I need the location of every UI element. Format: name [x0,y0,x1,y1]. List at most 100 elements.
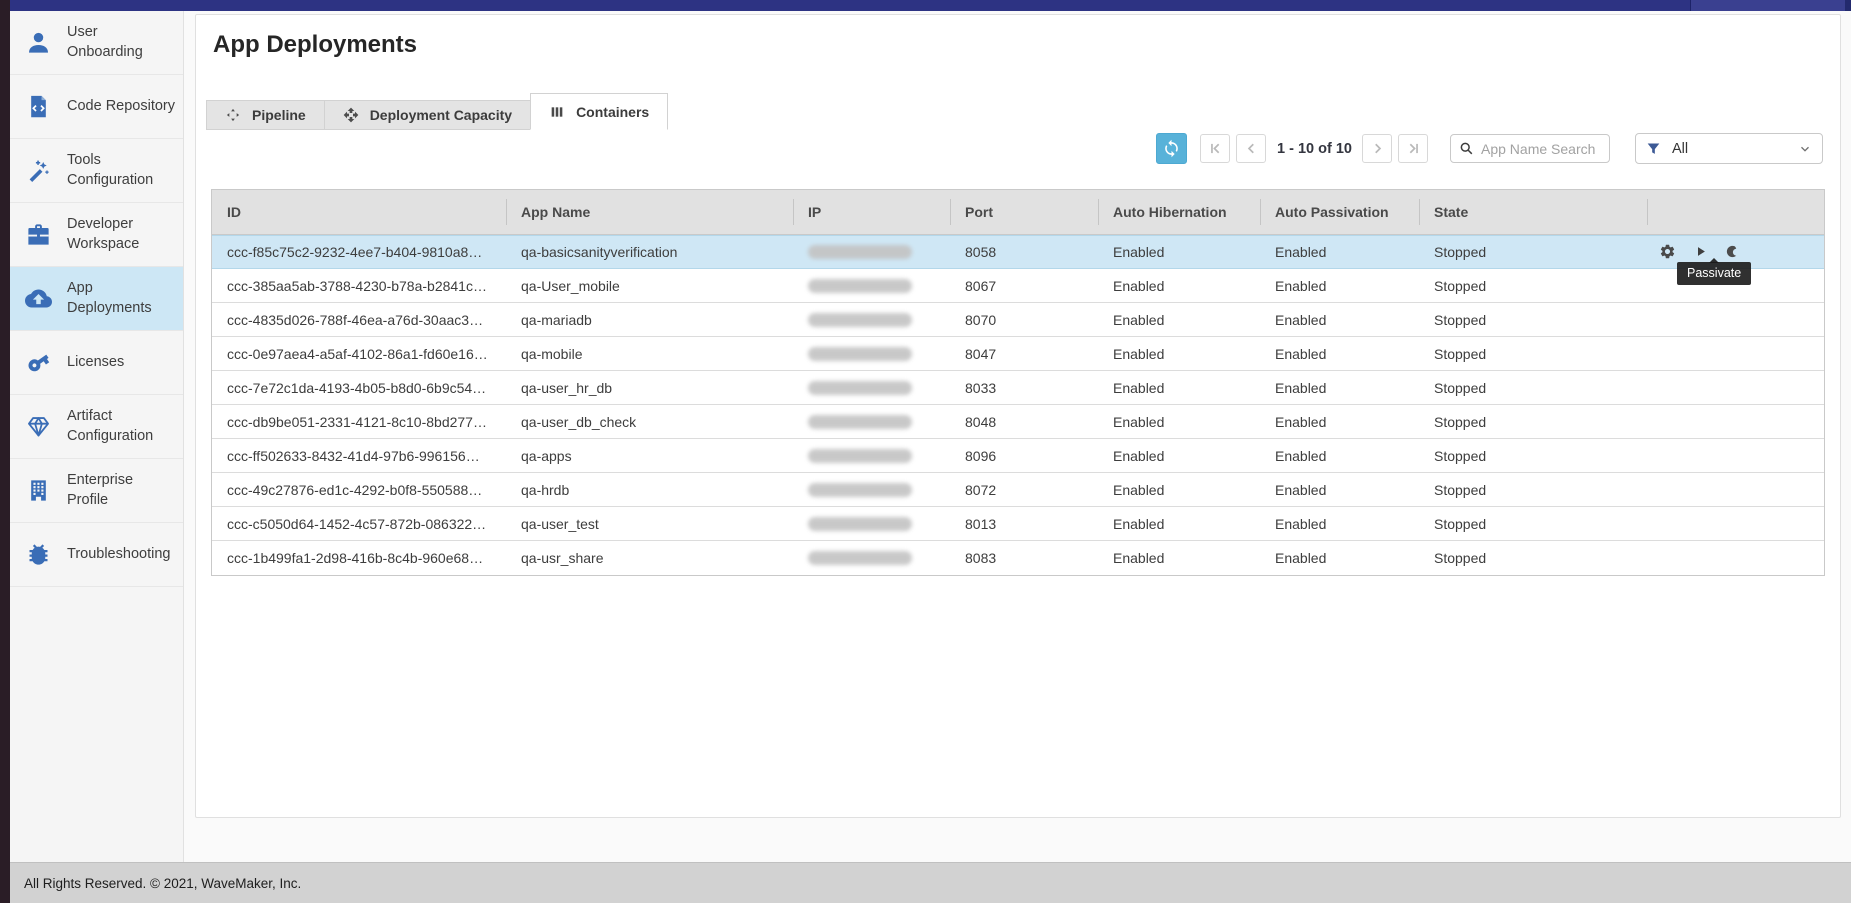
sidebar-item-developer-workspace[interactable]: Developer Workspace [10,203,183,267]
row-auto-passivation: Enabled [1260,439,1419,472]
code-icon [25,93,52,120]
row-id: ccc-1b499fa1-2d98-416b-8c4b-960e68… [212,541,506,575]
funnel-icon [1646,141,1661,156]
table-row[interactable]: ccc-4835d026-788f-46ea-a76d-30aac3…qa-ma… [212,303,1824,337]
sidebar-item-licenses[interactable]: Licenses [10,331,183,395]
refresh-button[interactable] [1156,133,1187,164]
row-state: Stopped [1419,405,1647,438]
ip-redacted-value [808,313,912,327]
row-auto-hibernation: Enabled [1098,541,1260,575]
sidebar-item-label: Enterprise Profile [67,471,183,509]
table-row[interactable]: ccc-49c27876-ed1c-4292-b0f8-550588…qa-hr… [212,473,1824,507]
row-state: Stopped [1419,371,1647,404]
sidebar-item-label: Code Repository [67,97,181,116]
row-auto-passivation: Enabled [1260,269,1419,302]
passivate-tooltip: Passivate [1677,262,1751,285]
sidebar-item-label: Developer Workspace [67,215,183,253]
gear-icon[interactable] [1659,243,1676,260]
row-actions [1647,473,1824,506]
row-state: Stopped [1419,439,1647,472]
tab-deployment-capacity[interactable]: Deployment Capacity [324,100,531,130]
row-actions [1647,541,1824,575]
row-ip [793,371,950,404]
row-auto-hibernation: Enabled [1098,371,1260,404]
row-actions [1647,507,1824,540]
copyright-text: All Rights Reserved. © 2021, WaveMaker, … [24,876,301,891]
chevron-left-icon [1243,140,1260,157]
row-ip [793,337,950,370]
table-row[interactable]: ccc-385aa5ab-3788-4230-b78a-b2841c…qa-Us… [212,269,1824,303]
row-auto-passivation: Enabled [1260,541,1419,575]
next-page-button[interactable] [1362,134,1392,163]
column-header-app-name: App Name [506,190,793,234]
row-ip [793,235,950,268]
filter-value: All [1672,141,1688,157]
ip-redacted-value [808,381,912,395]
row-auto-passivation: Enabled [1260,303,1419,336]
first-page-button[interactable] [1200,134,1230,163]
tab-bar: PipelineDeployment CapacityContainers [206,93,667,130]
last-page-button[interactable] [1398,134,1428,163]
briefcase-icon [25,221,52,248]
chevron-right-icon [1369,140,1386,157]
ip-redacted-value [808,551,912,565]
row-state: Stopped [1419,303,1647,336]
row-app-name: qa-User_mobile [506,269,793,302]
row-actions [1647,405,1824,438]
sidebar-item-enterprise-profile[interactable]: Enterprise Profile [10,459,183,523]
row-ip [793,405,950,438]
sidebar-item-app-deployments[interactable]: App Deployments [10,267,183,331]
ip-redacted-value [808,415,912,429]
table-row[interactable]: ccc-c5050d64-1452-4c57-872b-086322…qa-us… [212,507,1824,541]
column-header-ip: IP [793,190,950,234]
column-header-auto-hibernation: Auto Hibernation [1098,190,1260,234]
row-actions [1647,337,1824,370]
page-title: App Deployments [213,31,417,59]
app-name-search-box[interactable] [1450,134,1610,163]
table-row[interactable]: ccc-7e72c1da-4193-4b05-b8d0-6b9c54…qa-us… [212,371,1824,405]
table-row[interactable]: ccc-1b499fa1-2d98-416b-8c4b-960e68…qa-us… [212,541,1824,575]
top-navigation-bar [0,0,1851,11]
search-input[interactable] [1481,141,1601,157]
pagination-range: 1 - 10 of 10 [1277,141,1352,157]
sidebar-item-tools-configuration[interactable]: Tools Configuration [10,139,183,203]
sidebar-item-artifact-configuration[interactable]: Artifact Configuration [10,395,183,459]
sidebar-item-user-onboarding[interactable]: User Onboarding [10,11,183,75]
ip-redacted-value [808,279,912,293]
row-actions [1647,371,1824,404]
row-actions: Passivate [1647,235,1824,268]
tab-containers[interactable]: Containers [530,93,668,130]
moon-icon[interactable] [1725,244,1740,259]
row-ip [793,269,950,302]
table-row[interactable]: ccc-f85c75c2-9232-4ee7-b404-9810a8…qa-ba… [212,235,1824,269]
column-header-state: State [1419,190,1647,234]
sidebar-item-code-repository[interactable]: Code Repository [10,75,183,139]
sidebar-item-troubleshooting[interactable]: Troubleshooting [10,523,183,587]
filter-dropdown[interactable]: All [1635,133,1823,164]
row-id: ccc-7e72c1da-4193-4b05-b8d0-6b9c54… [212,371,506,404]
row-ip [793,507,950,540]
table-row[interactable]: ccc-ff502633-8432-41d4-97b6-996156…qa-ap… [212,439,1824,473]
row-app-name: qa-usr_share [506,541,793,575]
row-auto-hibernation: Enabled [1098,473,1260,506]
ip-redacted-value [808,245,912,259]
row-id: ccc-0e97aea4-a5af-4102-86a1-fd60e16… [212,337,506,370]
row-port: 8013 [950,507,1098,540]
tab-pipeline[interactable]: Pipeline [206,100,325,130]
table-row[interactable]: ccc-0e97aea4-a5af-4102-86a1-fd60e16…qa-m… [212,337,1824,371]
containers-table: IDApp NameIPPortAuto HibernationAuto Pas… [211,189,1825,576]
row-ip [793,473,950,506]
row-auto-passivation: Enabled [1260,473,1419,506]
row-auto-hibernation: Enabled [1098,337,1260,370]
previous-page-button[interactable] [1236,134,1266,163]
row-port: 8033 [950,371,1098,404]
ip-redacted-value [808,483,912,497]
table-toolbar: 1 - 10 of 10 All [1156,133,1823,164]
play-icon[interactable] [1693,244,1708,259]
first-page-icon [1207,140,1224,157]
topbar-segment [1690,0,1845,11]
content-card: App Deployments PipelineDeployment Capac… [195,14,1841,818]
table-row[interactable]: ccc-db9be051-2331-4121-8c10-8bd277…qa-us… [212,405,1824,439]
user-icon [25,29,52,56]
row-state: Stopped [1419,269,1647,302]
